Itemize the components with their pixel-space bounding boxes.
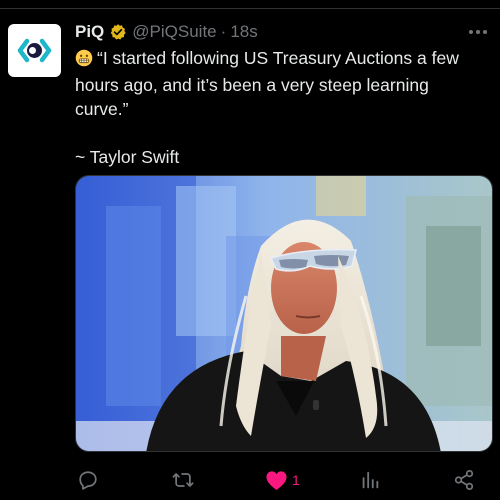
share-button[interactable]: [453, 466, 475, 494]
more-options-icon[interactable]: [466, 22, 490, 42]
tweet-text: “I started following US Treasury Auction…: [75, 46, 487, 169]
piq-logo-icon: [17, 38, 52, 63]
tweet-actions: 1: [75, 466, 495, 494]
tweet-quote-paragraph: “I started following US Treasury Auction…: [75, 46, 487, 121]
retweet-button[interactable]: [171, 466, 195, 494]
top-divider: [0, 8, 500, 9]
reply-icon: [79, 471, 97, 490]
timestamp[interactable]: 18s: [230, 22, 257, 42]
views-chart-icon: [362, 471, 379, 489]
views-button[interactable]: [359, 466, 381, 494]
grimacing-face-emoji: [75, 49, 93, 73]
like-button[interactable]: 1: [265, 466, 300, 494]
avatar[interactable]: [8, 24, 61, 77]
reply-button[interactable]: [77, 466, 99, 494]
news-studio-photo: [76, 176, 492, 451]
display-name[interactable]: PiQ: [75, 22, 104, 42]
separator-dot: ·: [220, 22, 227, 41]
retweet-icon: [172, 473, 194, 487]
tweet-media-photo[interactable]: [75, 175, 493, 452]
tweet-header: PiQ @PiQSuite · 18s: [75, 20, 258, 44]
share-icon: [454, 469, 474, 491]
heart-filled-icon: [266, 470, 287, 490]
handle[interactable]: @PiQSuite: [132, 22, 216, 42]
like-count: 1: [292, 472, 300, 488]
tweet-attribution: ~ Taylor Swift: [75, 147, 180, 167]
verified-badge-icon: [109, 23, 127, 41]
tweet-quote: “I started following US Treasury Auction…: [75, 48, 459, 119]
